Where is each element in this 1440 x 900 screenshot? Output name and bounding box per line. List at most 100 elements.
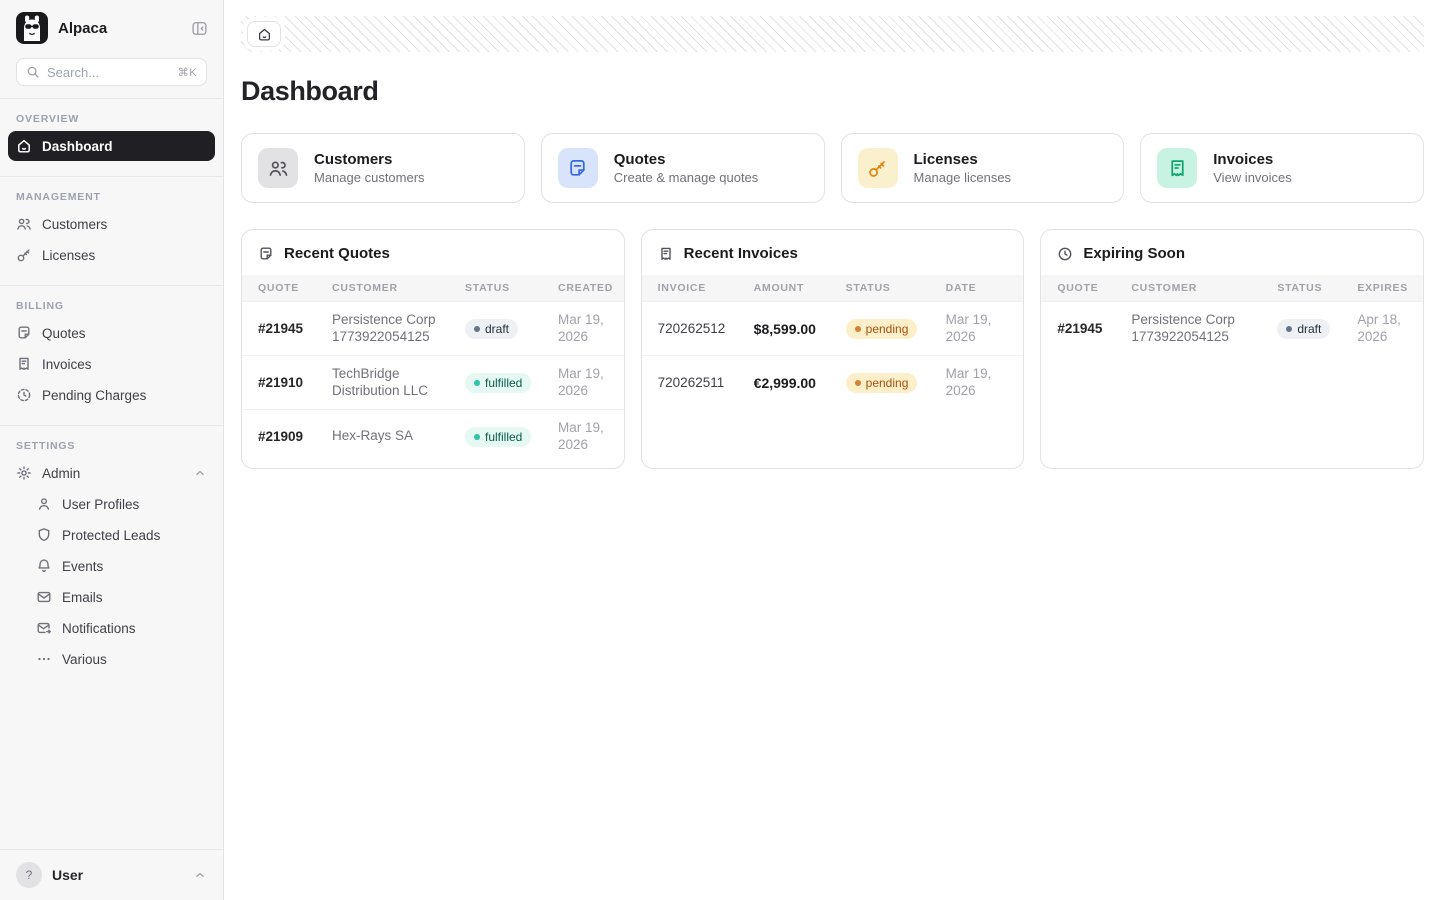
column-header: AMOUNT bbox=[738, 282, 830, 294]
section-label-settings: SETTINGS bbox=[8, 432, 215, 457]
card-customers[interactable]: Customers Manage customers bbox=[241, 133, 525, 203]
sidebar-header: Alpaca bbox=[0, 0, 223, 56]
sidebar-item-licenses[interactable]: Licenses bbox=[8, 240, 215, 270]
table-row[interactable]: #21910 TechBridge Distribution LLC fulfi… bbox=[242, 355, 624, 409]
invoice-date: Mar 19, 2026 bbox=[930, 366, 1024, 400]
sidebar-item-notifications[interactable]: Notifications bbox=[28, 613, 215, 643]
status-badge-label: pending bbox=[866, 322, 909, 336]
sidebar-item-invoices[interactable]: Invoices bbox=[8, 349, 215, 379]
card-invoices[interactable]: Invoices View invoices bbox=[1140, 133, 1424, 203]
status-badge: draft bbox=[1277, 319, 1330, 339]
breadcrumb bbox=[241, 16, 1424, 52]
sidebar-item-admin[interactable]: Admin bbox=[8, 458, 215, 488]
quote-id: #21910 bbox=[242, 375, 316, 390]
card-subtitle: Manage customers bbox=[314, 170, 425, 185]
card-title: Customers bbox=[314, 151, 425, 168]
chevron-up-icon bbox=[193, 868, 207, 882]
sidebar-item-protected-leads[interactable]: Protected Leads bbox=[28, 520, 215, 550]
sidebar-item-various[interactable]: Various bbox=[28, 644, 215, 674]
table-row[interactable]: 720262512 $8,599.00 pending Mar 19, 2026 bbox=[642, 301, 1024, 355]
table-header: QUOTE CUSTOMER STATUS EXPIRES bbox=[1041, 275, 1423, 301]
note-icon bbox=[16, 325, 32, 341]
status-badge: pending bbox=[846, 319, 918, 339]
receipt-icon bbox=[1157, 148, 1197, 188]
nav-billing: BILLING Quotes Invoices Pending Charges bbox=[0, 286, 223, 413]
column-header: QUOTE bbox=[242, 282, 316, 294]
card-quotes[interactable]: Quotes Create & manage quotes bbox=[541, 133, 825, 203]
sidebar-item-user-profiles[interactable]: User Profiles bbox=[28, 489, 215, 519]
sidebar-item-label: Notifications bbox=[62, 621, 136, 636]
user-menu[interactable]: ? User bbox=[0, 849, 223, 900]
section-label-overview: OVERVIEW bbox=[8, 105, 215, 130]
column-header: CREATED bbox=[542, 282, 624, 294]
table-header: QUOTE CUSTOMER STATUS CREATED bbox=[242, 275, 624, 301]
breadcrumb-home-button[interactable] bbox=[247, 21, 281, 47]
sidebar-item-dashboard[interactable]: Dashboard bbox=[8, 131, 215, 161]
mail-forward-icon bbox=[36, 620, 52, 636]
search-shortcut: ⌘K bbox=[178, 66, 197, 79]
status-badge-label: pending bbox=[866, 376, 909, 390]
status-cell: fulfilled bbox=[449, 427, 542, 447]
user-name: User bbox=[52, 867, 183, 883]
table-row[interactable]: 720262511 €2,999.00 pending Mar 19, 2026 bbox=[642, 355, 1024, 409]
status-cell: draft bbox=[449, 319, 542, 339]
sidebar-item-label: Various bbox=[62, 652, 107, 667]
status-dot-icon bbox=[1286, 326, 1292, 332]
bell-icon bbox=[36, 558, 52, 574]
card-title: Invoices bbox=[1213, 151, 1292, 168]
note-icon bbox=[558, 148, 598, 188]
column-header: STATUS bbox=[449, 282, 542, 294]
card-title: Quotes bbox=[614, 151, 759, 168]
recent-quotes-panel: Recent Quotes QUOTE CUSTOMER STATUS CREA… bbox=[241, 229, 625, 469]
ellipsis-icon bbox=[36, 651, 52, 667]
quick-access-cards: Customers Manage customers Quotes Create… bbox=[241, 133, 1424, 203]
search-input[interactable]: Search... ⌘K bbox=[16, 58, 207, 86]
app-name: Alpaca bbox=[58, 20, 179, 37]
table-row[interactable]: #21909 Hex-Rays SA fulfilled Mar 19, 202… bbox=[242, 409, 624, 463]
quote-id: #21945 bbox=[1041, 321, 1115, 336]
panel-title: Recent Invoices bbox=[684, 245, 798, 262]
avatar: ? bbox=[16, 862, 42, 888]
customer-name: TechBridge Distribution LLC bbox=[316, 366, 449, 400]
sidebar-item-emails[interactable]: Emails bbox=[28, 582, 215, 612]
status-badge-label: draft bbox=[1297, 322, 1321, 336]
column-header: STATUS bbox=[830, 282, 930, 294]
panel-title: Recent Quotes bbox=[284, 245, 390, 262]
users-icon bbox=[258, 148, 298, 188]
card-licenses[interactable]: Licenses Manage licenses bbox=[841, 133, 1125, 203]
created-date: Mar 19, 2026 bbox=[542, 312, 624, 346]
column-header: INVOICE bbox=[642, 282, 738, 294]
shield-icon bbox=[36, 527, 52, 543]
chevron-up-icon bbox=[193, 466, 207, 480]
table-row[interactable]: #21945 Persistence Corp 1773922054125 dr… bbox=[242, 301, 624, 355]
sidebar-item-quotes[interactable]: Quotes bbox=[8, 318, 215, 348]
sidebar-item-events[interactable]: Events bbox=[28, 551, 215, 581]
receipt-icon bbox=[16, 356, 32, 372]
recent-invoices-panel: Recent Invoices INVOICE AMOUNT STATUS DA… bbox=[641, 229, 1025, 469]
sidebar-item-customers[interactable]: Customers bbox=[8, 209, 215, 239]
key-icon bbox=[16, 247, 32, 263]
panel-header: Expiring Soon bbox=[1041, 230, 1423, 275]
mail-icon bbox=[36, 589, 52, 605]
sidebar-collapse-button[interactable] bbox=[189, 18, 209, 38]
search-icon bbox=[26, 65, 40, 79]
home-icon bbox=[257, 27, 272, 42]
table-header: INVOICE AMOUNT STATUS DATE bbox=[642, 275, 1024, 301]
table-row[interactable]: #21945 Persistence Corp 1773922054125 dr… bbox=[1041, 301, 1423, 355]
sidebar-item-pending-charges[interactable]: Pending Charges bbox=[8, 380, 215, 410]
column-header: STATUS bbox=[1261, 282, 1341, 294]
card-subtitle: Manage licenses bbox=[914, 170, 1012, 185]
page-title: Dashboard bbox=[241, 76, 1424, 107]
card-text: Invoices View invoices bbox=[1213, 151, 1292, 185]
card-subtitle: View invoices bbox=[1213, 170, 1292, 185]
column-header: EXPIRES bbox=[1341, 282, 1423, 294]
nav-overview: OVERVIEW Dashboard bbox=[0, 99, 223, 164]
column-header: QUOTE bbox=[1041, 282, 1115, 294]
search-placeholder: Search... bbox=[47, 65, 171, 80]
sidebar: Alpaca Search... ⌘K OVERVIEW Dashboard bbox=[0, 0, 224, 900]
card-title: Licenses bbox=[914, 151, 1012, 168]
sidebar-item-label: User Profiles bbox=[62, 497, 139, 512]
customer-name: Persistence Corp 1773922054125 bbox=[1115, 312, 1261, 346]
card-text: Quotes Create & manage quotes bbox=[614, 151, 759, 185]
status-dot-icon bbox=[474, 326, 480, 332]
